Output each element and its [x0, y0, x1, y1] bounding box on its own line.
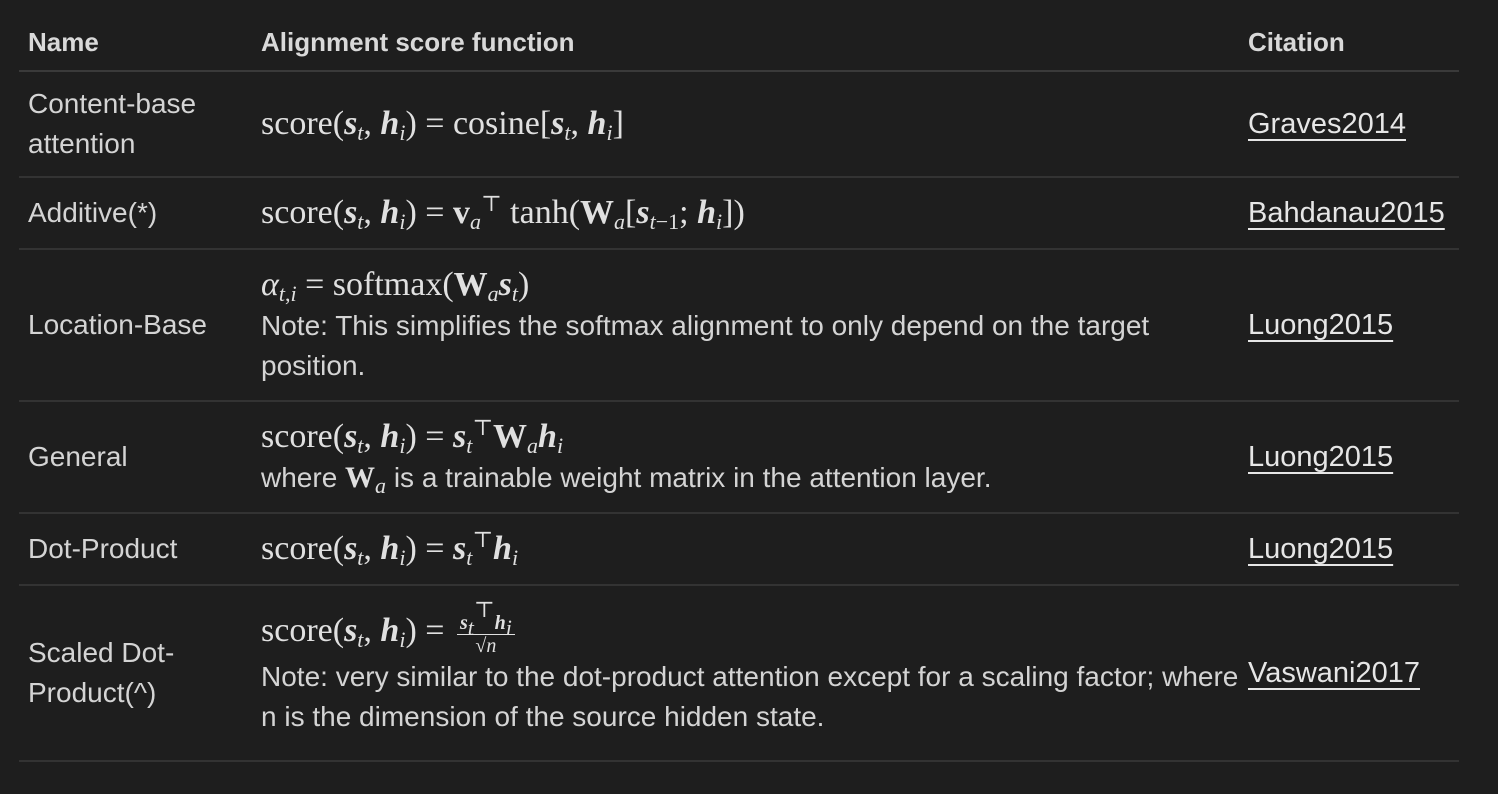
- citation-link[interactable]: Vaswani2017: [1248, 657, 1420, 689]
- table-row: General score(st, hi) = st⊤Wahi where Wa…: [19, 401, 1459, 514]
- row-function: αt,i = softmax(Wast) Note: This simplifi…: [252, 249, 1239, 402]
- formula: score(st, hi) = st⊤hi √n: [261, 598, 515, 657]
- row-citation: Luong2015: [1239, 249, 1459, 402]
- row-citation: Luong2015: [1239, 513, 1459, 586]
- row-citation: Graves2014: [1239, 71, 1459, 178]
- row-citation: Vaswani2017: [1239, 585, 1459, 762]
- formula: score(st, hi) = st⊤Wahi: [261, 414, 564, 458]
- row-name: Additive(*): [19, 177, 252, 250]
- row-name: General: [19, 401, 252, 514]
- formula: score(st, hi) = st⊤hi: [261, 526, 519, 570]
- row-function: score(st, hi) = va⊤ tanh(Wa[st−1; hi]): [252, 177, 1239, 250]
- row-name: Content-base attention: [19, 71, 252, 178]
- citation-link[interactable]: Luong2015: [1248, 309, 1393, 341]
- citation-link[interactable]: Graves2014: [1248, 108, 1406, 140]
- row-note: where Wa is a trainable weight matrix in…: [261, 460, 992, 498]
- table-header-row: Name Alignment score function Citation: [19, 14, 1459, 72]
- row-note: Note: very similar to the dot-product at…: [261, 660, 1239, 732]
- row-note: Note: This simplifies the softmax alignm…: [261, 309, 1150, 381]
- table-row: Scaled Dot-Product(^) score(st, hi) = st…: [19, 585, 1459, 762]
- row-function: score(st, hi) = st⊤Wahi where Wa is a tr…: [252, 401, 1239, 514]
- row-function: score(st, hi) = st⊤hi: [252, 513, 1239, 586]
- citation-link[interactable]: Luong2015: [1248, 441, 1393, 473]
- row-citation: Luong2015: [1239, 401, 1459, 514]
- formula: αt,i = softmax(Wast): [261, 265, 530, 306]
- row-name: Dot-Product: [19, 513, 252, 586]
- formula: score(st, hi) = cosine[st, hi]: [261, 104, 624, 145]
- table-row: Additive(*) score(st, hi) = va⊤ tanh(Wa[…: [19, 177, 1459, 250]
- row-function: score(st, hi) = st⊤hi √n Note: very simil…: [252, 585, 1239, 762]
- formula: score(st, hi) = va⊤ tanh(Wa[st−1; hi]): [261, 190, 745, 234]
- table-row: Dot-Product score(st, hi) = st⊤hi Luong2…: [19, 513, 1459, 586]
- citation-link[interactable]: Bahdanau2015: [1248, 197, 1445, 229]
- row-name: Location-Base: [19, 249, 252, 402]
- row-name: Scaled Dot-Product(^): [19, 585, 252, 762]
- citation-link[interactable]: Luong2015: [1248, 533, 1393, 565]
- header-function: Alignment score function: [252, 14, 1239, 72]
- row-citation: Bahdanau2015: [1239, 177, 1459, 250]
- table-row: Location-Base αt,i = softmax(Wast) Note:…: [19, 249, 1459, 402]
- table-row: Content-base attention score(st, hi) = c…: [19, 71, 1459, 178]
- header-name: Name: [19, 14, 252, 72]
- attention-score-table: Name Alignment score function Citation C…: [19, 14, 1459, 762]
- header-citation: Citation: [1239, 14, 1459, 72]
- row-function: score(st, hi) = cosine[st, hi]: [252, 71, 1239, 178]
